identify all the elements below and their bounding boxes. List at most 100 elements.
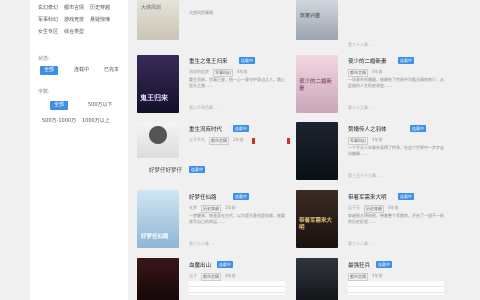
category-link[interactable]: 历史穿越: [90, 4, 110, 11]
wordcount-over1000-chip[interactable]: 1000万以上: [78, 117, 114, 126]
book-title[interactable]: 重生流庶时代: [189, 125, 222, 133]
latest-chapter[interactable]: 第三百七十九章 ...: [348, 173, 381, 179]
book-title[interactable]: 重生之鬼王归来: [189, 57, 228, 65]
book-title[interactable]: 好梦任仙路: [189, 193, 217, 201]
genre-tag[interactable]: 历史穿越: [201, 205, 221, 213]
book-cover[interactable]: 大侠风剑: [137, 0, 179, 40]
latest-chapter[interactable]: 第八十九章 ...: [348, 105, 373, 111]
book-meta: 吉子天 历史穿越 4年前: [348, 205, 399, 213]
book-cover[interactable]: 夜少的二婚新妻: [296, 55, 338, 113]
status-completed-chip[interactable]: 已完本: [100, 66, 123, 75]
update-time: 4年前: [237, 69, 248, 74]
book-title[interactable]: 夜少的二婚新妻: [348, 57, 387, 65]
book-title[interactable]: 好梦仔好梦仔: [149, 166, 182, 174]
book-title[interactable]: 带着军需来大明: [348, 193, 387, 201]
latest-chapter[interactable]: 第六十八章 ...: [189, 241, 214, 247]
genre-tag[interactable]: 都市言情: [201, 273, 221, 281]
genre-tag[interactable]: 都市言情: [209, 137, 229, 145]
update-time: 2年前: [233, 137, 244, 142]
genre-tag[interactable]: 历史穿越: [364, 205, 384, 213]
status-badge: 连载中: [239, 57, 255, 64]
book-meta: 长梦 历史穿越 2年前: [189, 205, 236, 213]
filter-panel: 玄幻奇幻 都市言情 历史穿越 军事科幻 游戏竞技 悬疑惊悚 女生专区 综合类型 …: [30, 0, 128, 300]
book-desc: 一梦醒来，她竟身在古代，以为是天意也是机缘，她要改写自己的命运……: [189, 213, 285, 224]
book-card[interactable]: 好梦任仙路 好梦任仙路 连载中 长梦 历史穿越 2年前 一梦醒来，她竟身在古代，…: [137, 190, 287, 250]
status-badge: 连载中: [189, 166, 205, 173]
book-card[interactable]: 带着军需来大明 带着军需来大明 连载中 吉子天 历史穿越 4年前 穿越到大明的他…: [296, 190, 446, 250]
author[interactable]: 吉子: [189, 273, 197, 281]
status-badge: 连载中: [376, 261, 392, 268]
category-link[interactable]: 综合类型: [64, 28, 84, 35]
book-desc: 一个平凡少年意外获得了传承，在这个世界中一步步走向巅峰……: [348, 145, 444, 156]
latest-chapter[interactable]: 第六十八章 ...: [348, 42, 373, 48]
category-link[interactable]: 玄幻奇幻: [38, 4, 58, 11]
book-cover[interactable]: [296, 258, 338, 300]
character-art: [149, 126, 167, 144]
category-link[interactable]: 悬疑惊悚: [90, 16, 110, 23]
status-badge: 连载中: [398, 193, 414, 200]
update-time: 4年前: [225, 273, 236, 278]
book-cover[interactable]: [296, 122, 338, 180]
book-cover[interactable]: 鬼王归来: [137, 55, 179, 113]
book-title[interactable]: 最强狂兵: [348, 261, 370, 269]
genre-tag[interactable]: 军事科幻: [348, 137, 368, 145]
latest-chapter[interactable]: 第二千四百章 ...: [189, 105, 218, 111]
genre-tag[interactable]: 都市言情: [348, 273, 368, 281]
wordcount-filter-label: 字数:: [38, 89, 50, 95]
author[interactable]: 吉子天: [348, 205, 360, 213]
book-card[interactable]: 夜少的二婚新妻 夜少的二婚新妻 连载中 都市言情 4年前 一场意外的婚姻，她嫁给…: [296, 55, 446, 115]
author[interactable]: 流浪的追梦: [189, 69, 209, 77]
book-desc-placeholder: [348, 281, 444, 295]
book-desc: 一场意外的婚姻，她嫁给了传闻中冷酷无情的夜少，从此她的人生彻底改变……: [348, 77, 444, 88]
book-card[interactable]: 大侠风剑 大侠风剑事情: [137, 0, 287, 50]
wordcount-all-chip[interactable]: 全部: [50, 101, 69, 110]
author[interactable]: 公子不凡: [189, 137, 205, 145]
book-cover[interactable]: 玩家兴盛: [296, 0, 338, 40]
book-meta: 军事科幻 4年前: [348, 137, 383, 145]
book-meta: 都市言情 4年前: [348, 69, 383, 77]
book-cover[interactable]: 好梦任仙路: [137, 190, 179, 248]
status-serializing-chip[interactable]: 连载中: [70, 66, 93, 75]
status-badge: 连载中: [233, 193, 249, 200]
book-title[interactable]: 血魔出山: [189, 261, 211, 269]
book-title[interactable]: 赘婿传人之羽体: [348, 125, 387, 133]
latest-chapter[interactable]: 第六十八章 ...: [348, 241, 373, 247]
book-desc: 大侠风剑事情: [189, 10, 213, 15]
status-badge: 连载中: [410, 125, 426, 132]
update-time: 4年前: [388, 205, 399, 210]
category-link[interactable]: 游戏竞技: [64, 16, 84, 23]
book-card[interactable]: 赘婿传人之羽体 连载中 军事科幻 4年前 一个平凡少年意外获得了传承，在这个世界…: [296, 122, 446, 182]
book-cover[interactable]: 带着军需来大明: [296, 190, 338, 248]
category-link[interactable]: 女生专区: [38, 28, 58, 35]
status-all-chip[interactable]: 全部: [40, 66, 59, 75]
book-card[interactable]: 重生流庶时代 连载中 公子不凡 都市言情 2年前: [137, 122, 287, 162]
book-card[interactable]: 好梦仔好梦仔 连载中: [137, 165, 287, 179]
book-desc-placeholder: [189, 281, 285, 295]
book-card[interactable]: 鬼王归来 重生之鬼王归来 连载中 流浪的追梦 军事科幻 4年前 重生而来，世事已…: [137, 55, 287, 115]
status-badge: 连载中: [398, 57, 414, 64]
category-row: 玄幻奇幻 都市言情 历史穿越: [38, 4, 110, 11]
book-cover[interactable]: [137, 122, 179, 158]
book-meta: 都市言情 4年前: [348, 273, 383, 281]
book-meta: 公子不凡 都市言情 2年前: [189, 137, 244, 145]
update-time: 4年前: [372, 69, 383, 74]
category-row: 军事科幻 游戏竞技 悬疑惊悚: [38, 16, 110, 23]
category-row: 女生专区 综合类型: [38, 28, 84, 35]
marker: [287, 138, 290, 144]
book-card[interactable]: 血魔出山 连载中 吉子 都市言情 4年前: [137, 258, 287, 300]
update-time: 4年前: [372, 137, 383, 142]
genre-tag[interactable]: 军事科幻: [213, 69, 233, 77]
book-card[interactable]: 玩家兴盛 第六十八章 ...: [296, 0, 446, 50]
status-badge: 连载中: [217, 261, 233, 268]
book-meta: 流浪的追梦 军事科幻 4年前: [189, 69, 248, 77]
book-cover[interactable]: [137, 258, 179, 300]
category-link[interactable]: 都市言情: [64, 4, 84, 11]
wordcount-500-1000-chip[interactable]: 500万-1000万: [38, 117, 80, 126]
book-meta: 吉子 都市言情 4年前: [189, 273, 236, 281]
wordcount-under500-chip[interactable]: 500万以下: [84, 101, 117, 110]
author[interactable]: 长梦: [189, 205, 197, 213]
genre-tag[interactable]: 都市言情: [348, 69, 368, 77]
book-card[interactable]: 最强狂兵 连载中 都市言情 4年前: [296, 258, 446, 300]
status-badge: 连载中: [233, 125, 249, 132]
category-link[interactable]: 军事科幻: [38, 16, 58, 23]
